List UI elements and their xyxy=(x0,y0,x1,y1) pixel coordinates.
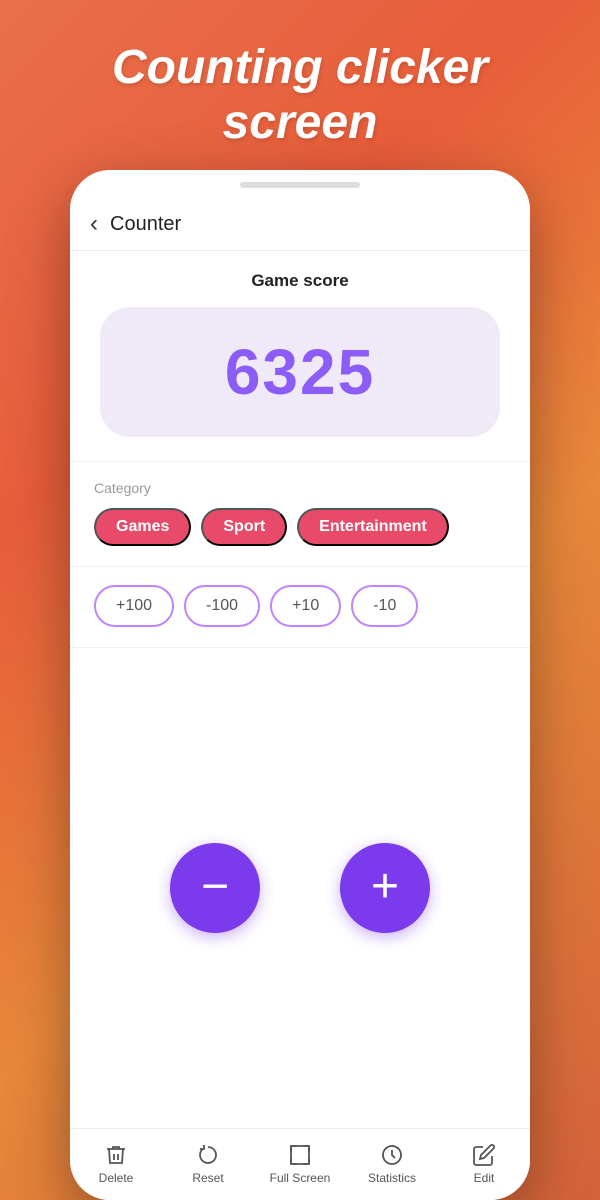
phone-content: Game score 6325 Category Games Sport Ent… xyxy=(70,251,530,1200)
category-tag-games[interactable]: Games xyxy=(94,508,191,546)
nav-edit-label: Edit xyxy=(474,1171,495,1185)
status-notch xyxy=(240,182,360,188)
main-controls: − + xyxy=(70,648,530,1128)
back-button[interactable]: ‹ xyxy=(90,210,98,238)
nav-reset[interactable]: Reset xyxy=(173,1143,243,1185)
category-section: Category Games Sport Entertainment xyxy=(70,462,530,567)
phone-frame: ‹ Counter Game score 6325 Category Games… xyxy=(70,170,530,1200)
adj-minus10[interactable]: -10 xyxy=(351,585,418,627)
category-label: Category xyxy=(94,480,506,496)
nav-delete[interactable]: Delete xyxy=(81,1143,151,1185)
category-tags: Games Sport Entertainment xyxy=(94,508,506,546)
category-tag-sport[interactable]: Sport xyxy=(201,508,287,546)
nav-edit[interactable]: Edit xyxy=(449,1143,519,1185)
score-section: Game score 6325 xyxy=(70,251,530,462)
adj-plus10[interactable]: +10 xyxy=(270,585,341,627)
hero-title: Counting clicker screen xyxy=(0,0,600,170)
minus-icon: − xyxy=(201,863,229,911)
nav-delete-label: Delete xyxy=(99,1171,134,1185)
status-bar xyxy=(70,170,530,200)
adjustment-buttons: +100 -100 +10 -10 xyxy=(94,585,506,627)
adjustments-section: +100 -100 +10 -10 xyxy=(70,567,530,648)
reset-icon xyxy=(196,1143,220,1167)
adj-plus100[interactable]: +100 xyxy=(94,585,174,627)
adj-minus100[interactable]: -100 xyxy=(184,585,260,627)
increment-button[interactable]: + xyxy=(340,843,430,933)
screen-title: Counter xyxy=(110,213,181,236)
score-label: Game score xyxy=(251,271,348,291)
plus-icon: + xyxy=(371,863,399,911)
fullscreen-icon xyxy=(288,1143,312,1167)
score-value: 6325 xyxy=(225,335,375,409)
category-tag-entertainment[interactable]: Entertainment xyxy=(297,508,449,546)
statistics-icon xyxy=(380,1143,404,1167)
nav-statistics-label: Statistics xyxy=(368,1171,416,1185)
score-display: 6325 xyxy=(100,307,500,437)
bottom-nav: Delete Reset Full Screen xyxy=(70,1128,530,1200)
edit-icon xyxy=(472,1143,496,1167)
top-bar: ‹ Counter xyxy=(70,200,530,251)
trash-icon xyxy=(104,1143,128,1167)
decrement-button[interactable]: − xyxy=(170,843,260,933)
nav-fullscreen-label: Full Screen xyxy=(270,1171,331,1185)
nav-statistics[interactable]: Statistics xyxy=(357,1143,427,1185)
nav-fullscreen[interactable]: Full Screen xyxy=(265,1143,335,1185)
nav-reset-label: Reset xyxy=(192,1171,223,1185)
hero-section: Counting clicker screen xyxy=(0,0,600,170)
